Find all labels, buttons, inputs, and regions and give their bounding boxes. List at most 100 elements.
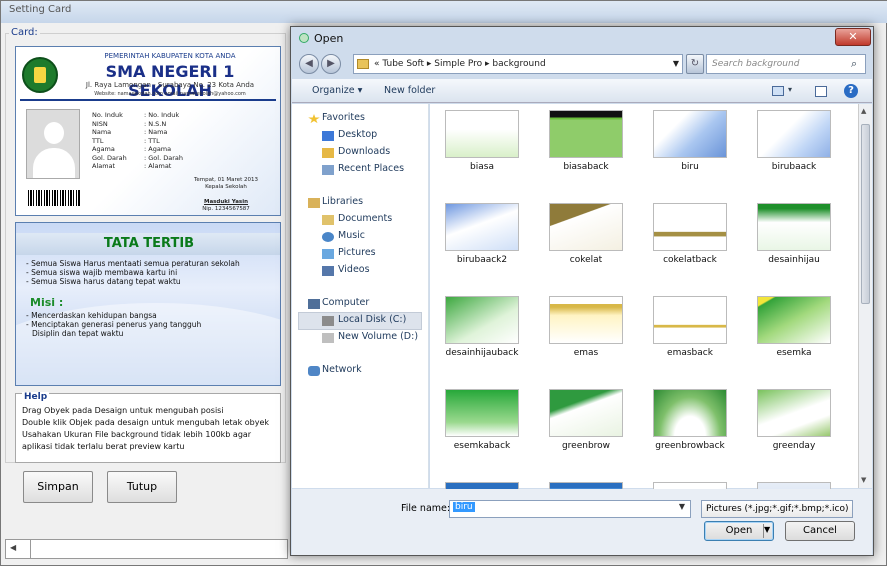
field-label: Agama xyxy=(92,145,115,153)
scroll-left-icon[interactable]: ◀ xyxy=(10,543,16,552)
search-input[interactable]: Search background xyxy=(706,54,866,74)
file-name-caption[interactable]: greenbrowback xyxy=(640,441,740,451)
dialog-close-button[interactable]: ✕ xyxy=(835,28,871,46)
scroll-divider xyxy=(30,540,31,558)
file-thumbnail[interactable] xyxy=(445,110,519,158)
field-labels[interactable]: No. Induk NISN Nama TTL Agama Gol. Darah… xyxy=(92,111,127,171)
view-dropdown-icon[interactable]: ▾ xyxy=(788,85,792,94)
file-name-caption[interactable]: birubaack xyxy=(744,162,844,172)
card-back-design[interactable]: TATA TERTIB - Semua Siswa Harus mentaati… xyxy=(15,222,281,386)
student-photo[interactable] xyxy=(26,109,80,179)
nav-network[interactable]: Network xyxy=(322,364,362,375)
open-button-label: Open xyxy=(725,525,753,536)
file-name-caption[interactable]: biasaback xyxy=(536,162,636,172)
file-thumbnail[interactable] xyxy=(757,296,831,344)
scroll-thumb[interactable] xyxy=(861,124,870,304)
save-button[interactable]: Simpan xyxy=(23,471,93,503)
file-name-caption[interactable]: greenbrow xyxy=(536,441,636,451)
signature-block[interactable]: Tempat, 01 Maret 2013 Kepala Sekolah Mas… xyxy=(176,177,276,213)
nav-local-disk[interactable]: Local Disk (C:) xyxy=(338,314,406,325)
rules-title[interactable]: TATA TERTIB xyxy=(16,233,280,255)
school-address[interactable]: Jl. Raya Lamongan - Surabaya No. 23 Kota… xyxy=(64,81,276,89)
nav-music[interactable]: Music xyxy=(338,230,365,241)
school-website[interactable]: Website: namasekolah.com email:namasekol… xyxy=(64,91,276,97)
barcode[interactable] xyxy=(28,190,80,206)
nav-favorites[interactable]: Favorites xyxy=(322,112,365,123)
vertical-scrollbar[interactable]: ▲ ▼ xyxy=(858,104,872,488)
file-name-caption[interactable]: cokelatback xyxy=(640,255,740,265)
help-icon[interactable]: ? xyxy=(844,84,858,98)
file-thumbnail[interactable] xyxy=(549,389,623,437)
help-line: aplikasi tidak terlalu berat preview kar… xyxy=(22,442,185,451)
nav-computer[interactable]: Computer xyxy=(322,297,369,308)
nav-new-volume[interactable]: New Volume (D:) xyxy=(338,331,418,342)
file-name-caption[interactable]: greenday xyxy=(744,441,844,451)
nav-recent-places[interactable]: Recent Places xyxy=(338,163,404,174)
scroll-up-icon[interactable]: ▲ xyxy=(861,107,866,115)
field-value: : Nama xyxy=(144,128,168,136)
scroll-down-icon[interactable]: ▼ xyxy=(861,476,866,484)
file-name-value: biru xyxy=(453,502,475,512)
file-name-input[interactable]: biru ▼ xyxy=(449,500,691,518)
misi-list[interactable]: - Mencerdaskan kehidupan bangsa - Mencip… xyxy=(26,311,201,338)
misi-title[interactable]: Misi : xyxy=(30,296,63,309)
close-button[interactable]: Tutup xyxy=(107,471,177,503)
file-thumbnail[interactable] xyxy=(757,110,831,158)
file-thumbnail[interactable] xyxy=(445,203,519,251)
file-thumbnail[interactable] xyxy=(757,389,831,437)
view-options-icon[interactable] xyxy=(772,86,784,96)
file-thumbnail[interactable] xyxy=(653,296,727,344)
open-dropdown-icon[interactable]: ▼ xyxy=(764,525,770,534)
new-folder-button[interactable]: New folder xyxy=(384,85,435,96)
file-name-caption[interactable]: desainhijauback xyxy=(432,348,532,358)
file-thumbnail[interactable] xyxy=(653,203,727,251)
file-name-caption[interactable]: desainhijau xyxy=(744,255,844,265)
file-name-caption[interactable]: emas xyxy=(536,348,636,358)
file-thumbnail[interactable] xyxy=(653,110,727,158)
nav-downloads[interactable]: Downloads xyxy=(338,146,390,157)
nav-libraries[interactable]: Libraries xyxy=(322,196,363,207)
file-thumbnail[interactable] xyxy=(757,203,831,251)
field-value: : No. Induk xyxy=(144,111,180,119)
file-name-dropdown-icon[interactable]: ▼ xyxy=(677,502,687,511)
file-type-select[interactable]: Pictures (*.jpg;*.gif;*.bmp;*.ico) xyxy=(701,500,853,518)
rules-list[interactable]: - Semua Siswa Harus mentaati semua perat… xyxy=(26,259,240,286)
file-name-caption[interactable]: cokelat xyxy=(536,255,636,265)
card-front-design[interactable]: PEMERINTAH KABUPATEN KOTA ANDA SMA NEGER… xyxy=(15,46,281,216)
back-arrow-icon[interactable]: ◀ xyxy=(299,54,319,74)
file-thumbnail[interactable] xyxy=(653,389,727,437)
file-thumbnail[interactable] xyxy=(549,110,623,158)
header-divider xyxy=(20,99,276,101)
search-icon[interactable]: ⌕ xyxy=(851,57,857,71)
file-name-caption[interactable]: biru xyxy=(640,162,740,172)
field-label: Nama xyxy=(92,128,112,136)
file-thumbnail[interactable] xyxy=(549,296,623,344)
cancel-button[interactable]: Cancel xyxy=(785,521,855,541)
preview-pane-icon[interactable] xyxy=(815,86,827,97)
organize-menu[interactable]: Organize ▾ xyxy=(312,85,362,96)
forward-arrow-icon[interactable]: ▶ xyxy=(321,54,341,74)
nav-desktop[interactable]: Desktop xyxy=(338,129,377,140)
nav-pictures[interactable]: Pictures xyxy=(338,247,376,258)
address-bar[interactable]: « Tube Soft ▸ Simple Pro ▸ background ▼ xyxy=(353,54,683,74)
field-values[interactable]: : No. Induk : N.S.N : Nama : TTL : Agama… xyxy=(144,111,183,171)
rule-item: - Semua Siswa Harus mentaati semua perat… xyxy=(26,259,240,268)
misi-item: - Mencerdaskan kehidupan bangsa xyxy=(26,311,157,320)
file-name-caption[interactable]: emasback xyxy=(640,348,740,358)
address-dropdown-icon[interactable]: ▼ xyxy=(673,55,679,73)
file-thumbnail[interactable] xyxy=(445,389,519,437)
school-logo-icon[interactable] xyxy=(22,57,58,93)
file-name-caption[interactable]: esemka xyxy=(744,348,844,358)
file-thumbnail[interactable] xyxy=(445,296,519,344)
dialog-toolbar: Organize ▾ New folder ▾ ? xyxy=(292,79,872,103)
file-name-caption[interactable]: esemkaback xyxy=(432,441,532,451)
file-thumbnail[interactable] xyxy=(549,203,623,251)
nav-videos[interactable]: Videos xyxy=(338,264,370,275)
file-name-caption[interactable]: birubaack2 xyxy=(432,255,532,265)
help-text: Drag Obyek pada Desaign untuk mengubah p… xyxy=(22,405,269,453)
header-line1[interactable]: PEMERINTAH KABUPATEN KOTA ANDA xyxy=(64,52,276,60)
refresh-icon[interactable]: ↻ xyxy=(686,54,704,74)
horizontal-scrollbar[interactable]: ◀ xyxy=(5,539,288,559)
nav-documents[interactable]: Documents xyxy=(338,213,392,224)
file-name-caption[interactable]: biasa xyxy=(432,162,532,172)
